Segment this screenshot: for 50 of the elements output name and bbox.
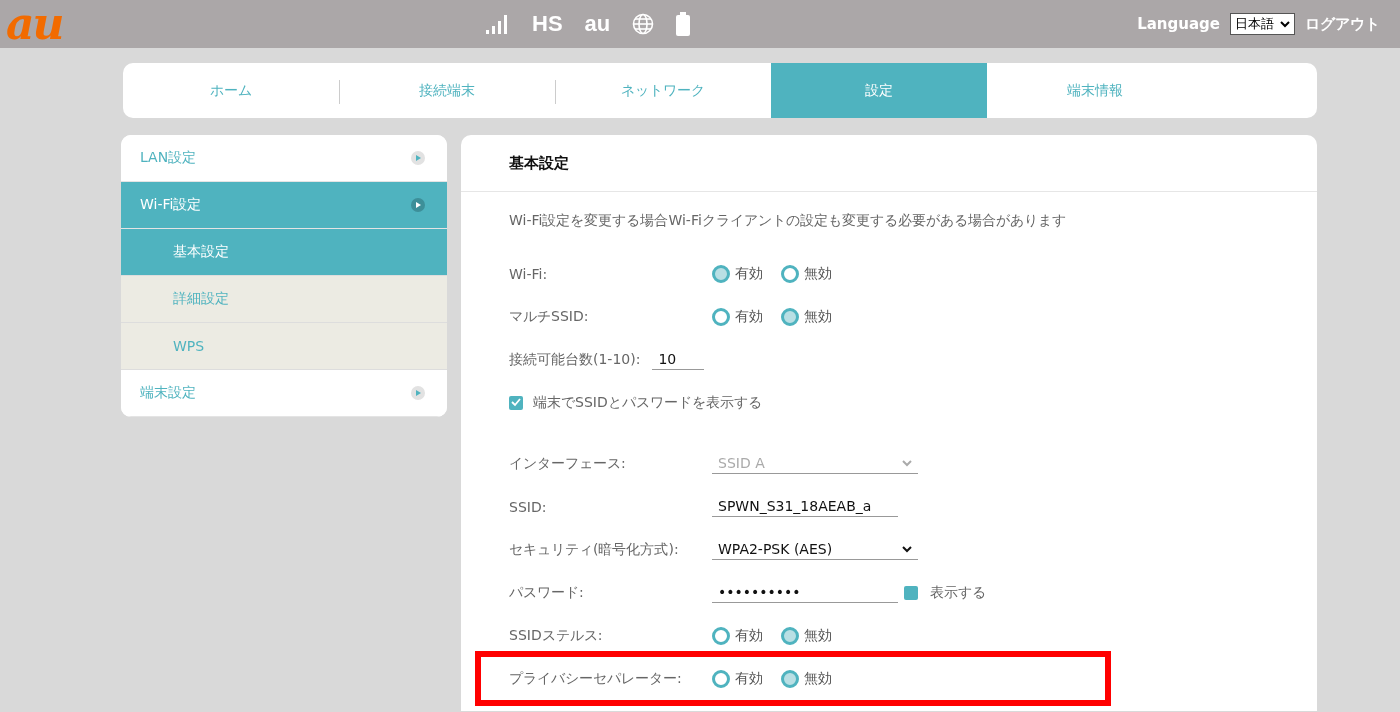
- checkbox-label: 端末でSSIDとパスワードを表示する: [533, 393, 762, 412]
- status-text: HS: [532, 11, 563, 37]
- chevron-down-icon: [1280, 20, 1290, 28]
- logo: au: [6, 2, 64, 46]
- checkbox[interactable]: [509, 395, 523, 410]
- checkbox-label: 表示する: [930, 583, 986, 602]
- play-icon: [411, 198, 425, 212]
- notice-text: Wi-Fi設定を変更する場合Wi-Fiクライアントの設定も変更する必要がある場合があります: [509, 212, 1066, 228]
- checkbox[interactable]: [904, 585, 918, 600]
- password-field[interactable]: ••••••••••: [712, 582, 898, 603]
- field-label: SSID:: [509, 498, 548, 515]
- language-label: Language: [1137, 15, 1220, 33]
- field-label: インターフェース:: [509, 454, 627, 473]
- radio-option[interactable]: 無効: [781, 669, 832, 688]
- radio-option[interactable]: 無効: [781, 264, 832, 283]
- status-text: au: [584, 11, 611, 37]
- panel-title: 基本設定: [461, 135, 1317, 192]
- signal-icon: [486, 14, 510, 34]
- text-field[interactable]: SPWN_S31_18AEAB_a: [712, 496, 898, 517]
- radio-option[interactable]: 無効: [781, 626, 832, 645]
- radio-option[interactable]: 有効: [712, 669, 763, 688]
- field-label: パスワード:: [509, 583, 585, 602]
- radio-button[interactable]: [712, 307, 730, 326]
- radio-button[interactable]: [712, 669, 730, 688]
- text-field[interactable]: 10: [652, 349, 705, 370]
- field-label: SSIDステルス:: [509, 626, 604, 645]
- radio-button[interactable]: [781, 626, 799, 645]
- chevron-down-icon: [902, 545, 912, 553]
- radio-button[interactable]: [781, 307, 799, 326]
- radio-button[interactable]: [781, 264, 799, 283]
- radio-option[interactable]: 有効: [712, 626, 763, 645]
- play-icon: [411, 151, 425, 165]
- chevron-down-icon: [902, 459, 912, 467]
- radio-button[interactable]: [712, 264, 730, 283]
- radio-option[interactable]: 無効: [781, 307, 832, 326]
- field-label: セキュリティ(暗号化方式):: [509, 540, 680, 559]
- battery-icon: [676, 12, 691, 36]
- field-label: 接続可能台数(1-10):: [509, 350, 641, 369]
- play-icon: [411, 386, 425, 400]
- radio-button[interactable]: [712, 626, 730, 645]
- globe-icon: [632, 13, 655, 35]
- radio-option[interactable]: 有効: [712, 307, 763, 326]
- language-select[interactable]: 日本語: [1230, 13, 1295, 35]
- radio-option[interactable]: 有効: [712, 264, 763, 283]
- field-label: プライバシーセパレーター:: [509, 669, 683, 688]
- checkmark-icon: [511, 398, 521, 407]
- select-field[interactable]: WPA2-PSK (AES): [712, 539, 918, 560]
- field-label: Wi-Fi:: [509, 265, 549, 282]
- radio-button[interactable]: [781, 669, 799, 688]
- field-label: マルチSSID:: [509, 307, 590, 326]
